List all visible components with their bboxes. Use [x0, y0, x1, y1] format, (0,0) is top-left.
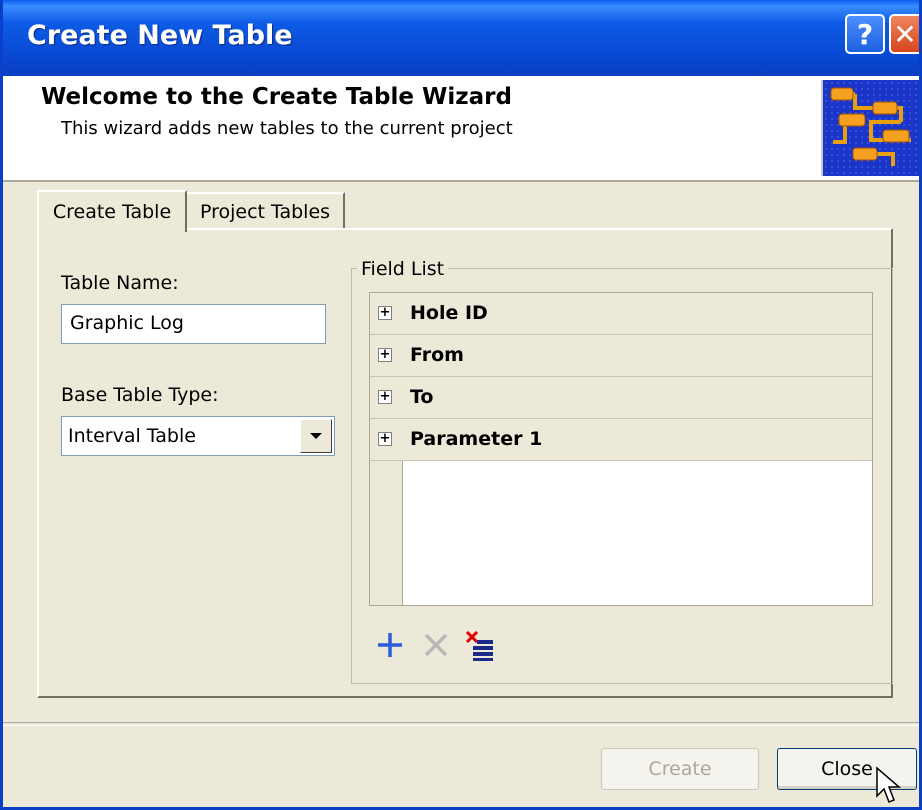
field-row-hole-id[interactable]: + Hole ID	[370, 293, 872, 335]
clear-fields-icon	[465, 630, 493, 661]
wizard-subtitle: This wizard adds new tables to the curre…	[61, 118, 513, 139]
table-name-label: Table Name:	[61, 272, 179, 294]
create-button[interactable]: Create	[601, 748, 759, 790]
table-name-input[interactable]: Graphic Log	[61, 304, 326, 344]
clear-fields-button[interactable]	[463, 628, 497, 662]
mouse-cursor-icon	[875, 766, 903, 810]
field-row-to[interactable]: + To	[370, 377, 872, 419]
field-label: Hole ID	[410, 302, 488, 324]
delete-field-button[interactable]	[419, 628, 453, 662]
field-label: From	[410, 344, 464, 366]
field-list-grid[interactable]: + Hole ID + From + To + Parameter 1	[369, 292, 873, 606]
field-row-parameter-1[interactable]: + Parameter 1	[370, 419, 872, 461]
field-label: Parameter 1	[410, 428, 543, 450]
wizard-title: Welcome to the Create Table Wizard	[41, 84, 512, 110]
wizard-header: Welcome to the Create Table Wizard This …	[3, 76, 919, 182]
field-row-from[interactable]: + From	[370, 335, 872, 377]
title-bar[interactable]: Create New Table ? ✕	[3, 0, 919, 76]
tab-project-tables[interactable]: Project Tables	[187, 192, 345, 230]
delete-field-icon	[424, 633, 448, 657]
create-new-table-dialog: Create New Table ? ✕ Welcome to the Crea…	[0, 0, 922, 810]
base-table-type-value: Interval Table	[68, 425, 196, 447]
window-title: Create New Table	[27, 20, 293, 51]
chevron-down-icon	[310, 433, 322, 439]
help-icon: ?	[856, 17, 874, 51]
dropdown-button[interactable]	[300, 419, 332, 453]
add-field-icon	[378, 633, 402, 657]
tab-create-table[interactable]: Create Table	[37, 190, 187, 232]
expand-icon[interactable]: +	[378, 432, 392, 446]
help-button[interactable]: ?	[845, 14, 885, 54]
base-table-type-select[interactable]: Interval Table	[61, 416, 335, 456]
base-table-type-label: Base Table Type:	[61, 384, 219, 406]
expand-icon[interactable]: +	[378, 306, 392, 320]
close-icon: ✕	[893, 17, 917, 51]
field-label: To	[410, 386, 434, 408]
wizard-flowchart-icon	[821, 80, 919, 176]
window-close-button[interactable]: ✕	[889, 14, 919, 54]
expand-icon[interactable]: +	[378, 390, 392, 404]
field-list-label: Field List	[357, 258, 449, 280]
expand-icon[interactable]: +	[378, 348, 392, 362]
add-field-button[interactable]	[373, 628, 407, 662]
footer-separator	[3, 722, 919, 726]
